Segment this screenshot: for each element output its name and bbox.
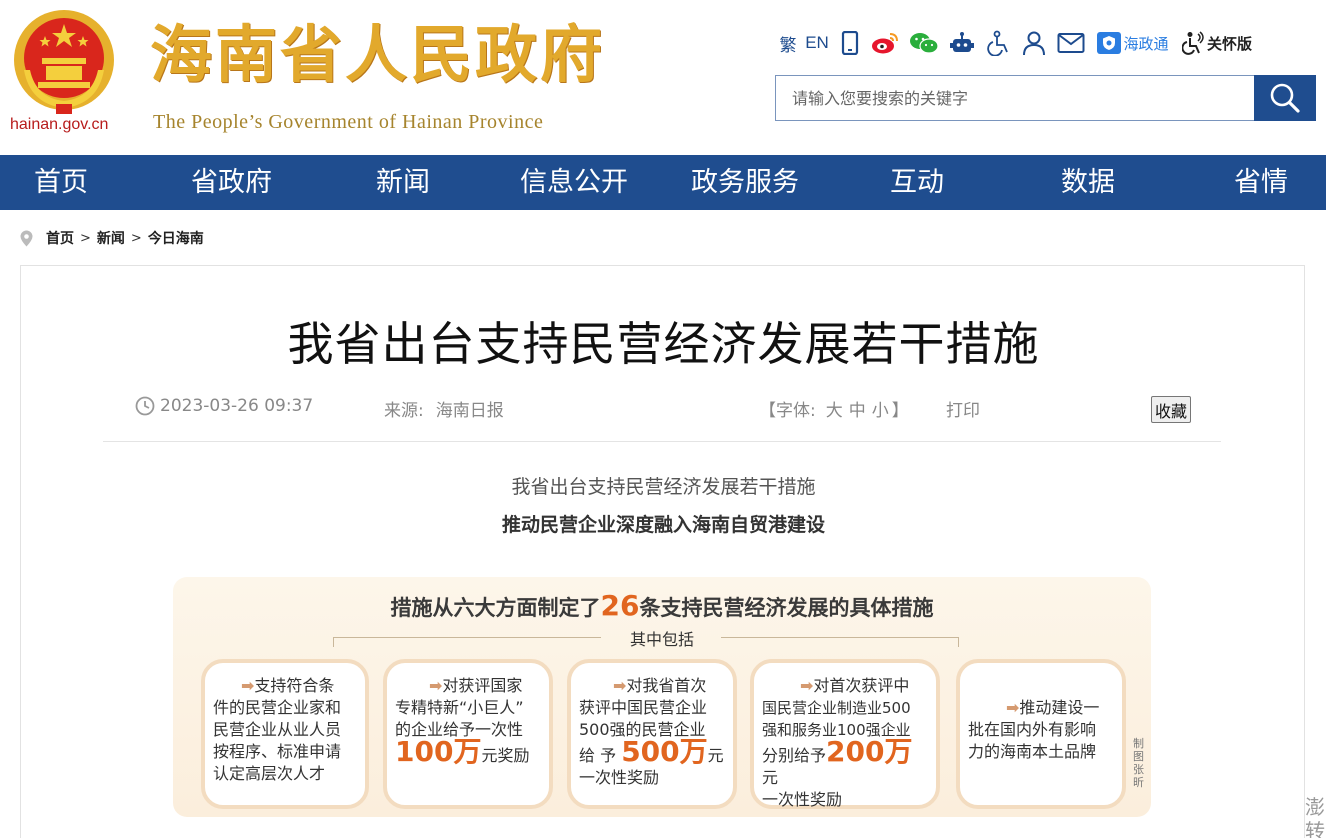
search-button[interactable] (1254, 75, 1316, 121)
article-title: 我省出台支持民营经济发展若干措施 (287, 317, 1040, 371)
site-subtitle: The People’s Government of Hainan Provin… (153, 111, 544, 133)
award-amount: 200万 (826, 735, 913, 768)
chevron-right-icon: > (80, 230, 91, 246)
breadcrumb-home[interactable]: 首页 (46, 228, 74, 248)
nav-government-services[interactable]: 政务服务 (691, 155, 799, 210)
measure-card-3: ➡对我省首次 获评中国民营企业 500强的民营企业 给 予 500万元 一次性奖… (567, 659, 737, 809)
breadcrumb-news[interactable]: 新闻 (97, 228, 125, 248)
haizhengtong-link[interactable]: 海政通 (1090, 28, 1176, 58)
font-size-controls: 【字体: 大 中 小 】 (759, 396, 909, 421)
nav-news[interactable]: 新闻 (376, 155, 430, 210)
article-source: 来源: 海南日报 (384, 396, 504, 421)
nav-information-disclosure[interactable]: 信息公开 (520, 155, 628, 210)
mobile-icon[interactable] (834, 28, 866, 58)
clock-icon (135, 396, 155, 416)
lead-title: 我省出台支持民营经济发展若干措施 (511, 476, 816, 498)
publish-date: 2023-03-26 09:37 (135, 396, 313, 416)
source-label: 来源: (384, 401, 424, 421)
mail-icon[interactable] (1052, 28, 1090, 58)
source-value: 海南日报 (435, 401, 504, 421)
traditional-chinese-button[interactable]: 繁 (776, 28, 800, 58)
infographic-divider-right (721, 637, 959, 647)
search-box (775, 75, 1255, 121)
print-label: 打印 (946, 401, 980, 421)
nav-home[interactable]: 首页 (34, 155, 88, 210)
publish-date-text: 2023-03-26 09:37 (160, 396, 314, 416)
article-container: 我省出台支持民营经济发展若干措施 2023-03-26 09:37 来源: 海南… (20, 265, 1305, 838)
nav-interaction[interactable]: 互动 (890, 155, 944, 210)
font-size-bracket: 】 (891, 401, 909, 421)
accessibility-icon[interactable] (980, 28, 1016, 58)
location-pin-icon (20, 230, 33, 246)
wechat-icon[interactable] (904, 28, 944, 58)
favorite-button[interactable]: 收藏 (1151, 396, 1191, 423)
care-mode-label: 关怀版 (1206, 34, 1252, 53)
font-size-small-button[interactable]: 小 (872, 396, 889, 421)
chevron-right-icon: > (130, 230, 142, 246)
arrow-right-icon: ➡ (613, 676, 627, 695)
domain-label: hainan.gov.cn (10, 116, 109, 133)
site-header: hainan.gov.cn 海南省人民政府 The People’s Gover… (0, 0, 1326, 155)
floating-widget-text[interactable]: 澎 转 (1305, 795, 1326, 838)
arrow-right-icon: ➡ (241, 676, 255, 695)
main-nav: 首页 省政府 新闻 信息公开 政务服务 互动 数据 省情 (0, 155, 1326, 210)
infographic-credit: 制图 张昕 (1133, 737, 1144, 789)
infographic-headline: 措施从六大方面制定了26条支持民营经济发展的具体措施 (390, 589, 934, 622)
robot-icon[interactable] (944, 28, 980, 58)
arrow-right-icon: ➡ (800, 676, 814, 695)
national-emblem-logo[interactable] (12, 8, 116, 116)
care-mode-link[interactable]: 关怀版 (1176, 28, 1258, 58)
nav-data[interactable]: 数据 (1061, 155, 1115, 210)
measure-card-1: ➡支持符合条 件的民营企业家和 民营企业从业人员 按程序、标准申请 认定高层次人… (201, 659, 369, 809)
arrow-right-icon: ➡ (1006, 698, 1020, 717)
breadcrumb: 首页 > 新闻 > 今日海南 (18, 228, 204, 248)
infographic: 措施从六大方面制定了26条支持民营经济发展的具体措施 其中包括 ➡支持符合条 件… (173, 577, 1151, 817)
infographic-headline-number: 26 (600, 589, 640, 622)
header-toolbar: 繁 EN 海政通 关怀版 (776, 28, 1258, 58)
search-input[interactable] (776, 76, 1254, 120)
haizhengtong-label: 海政通 (1123, 34, 1169, 53)
font-size-label: 【字体: (759, 401, 816, 421)
award-amount: 500万 (621, 735, 708, 768)
haizhengtong-icon (1097, 32, 1122, 54)
nav-province-overview[interactable]: 省情 (1234, 155, 1288, 210)
arrow-right-icon: ➡ (429, 676, 443, 695)
care-mode-icon (1181, 31, 1204, 55)
nav-provincial-government[interactable]: 省政府 (191, 155, 272, 210)
font-size-medium-button[interactable]: 中 (849, 396, 866, 421)
print-link[interactable]: 打印 (946, 396, 980, 421)
infographic-subtitle: 其中包括 (629, 630, 694, 649)
award-amount: 100万 (395, 735, 482, 768)
measure-card-5: ➡推动建设一 批在国内外有影响 力的海南本土品牌 (956, 659, 1126, 809)
breadcrumb-today-hainan[interactable]: 今日海南 (148, 228, 204, 248)
user-icon[interactable] (1016, 28, 1052, 58)
english-button[interactable]: EN (800, 28, 834, 58)
weibo-icon[interactable] (866, 28, 904, 58)
measure-card-2: ➡对获评国家 专精特新“小巨人” 的企业给予一次性 100万元奖励 (383, 659, 553, 809)
site-title[interactable]: 海南省人民政府 (150, 24, 605, 86)
search-icon (1270, 83, 1300, 113)
lead-subtitle: 推动民营企业深度融入海南自贸港建设 (501, 514, 825, 536)
meta-divider (103, 441, 1221, 442)
measure-card-4: ➡对首次获评中 国民营企业制造业500 强和服务业100强企业 分别给予200万… (750, 659, 940, 809)
font-size-large-button[interactable]: 大 (826, 396, 843, 421)
